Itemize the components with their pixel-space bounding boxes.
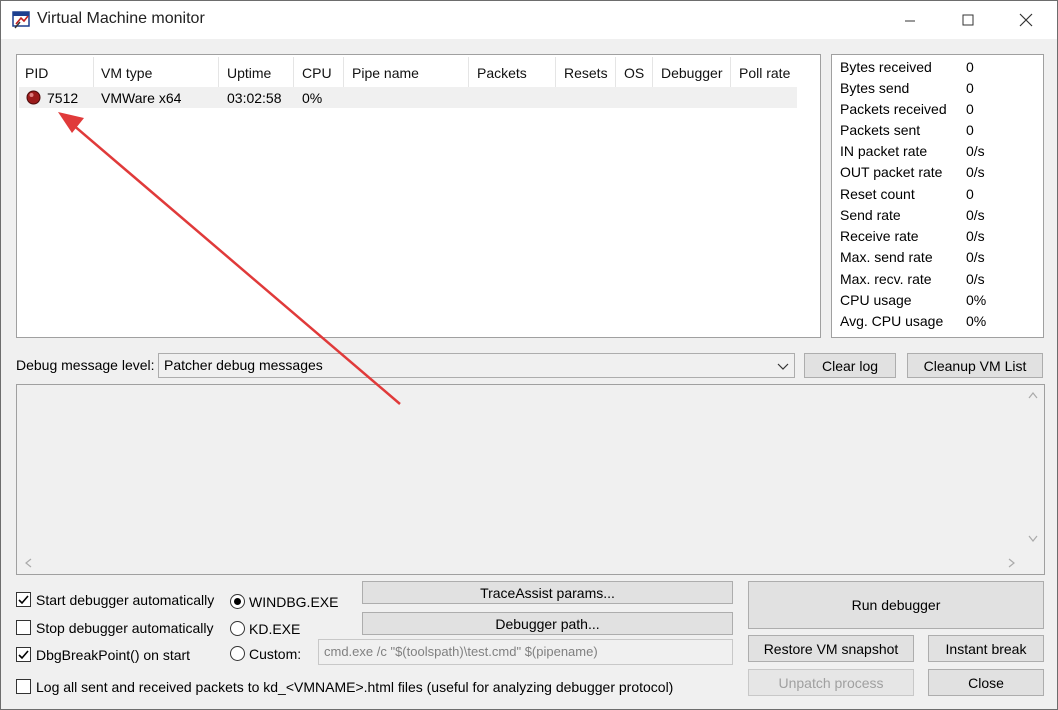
chevron-down-icon [777,363,789,370]
stat-value: 0/s [966,271,985,287]
close-icon [1019,13,1033,27]
window-title: Virtual Machine monitor [37,10,205,27]
kd-label[interactable]: KD.EXE [249,621,300,637]
run-debugger-button[interactable]: Run debugger [748,581,1044,629]
stat-value: 0 [966,80,974,96]
start-auto-label[interactable]: Start debugger automatically [36,592,214,608]
row-vm-type: VMWare x64 [101,90,182,106]
windbg-label[interactable]: WINDBG.EXE [249,594,338,610]
stat-value: 0 [966,122,974,138]
checkmark-icon [18,650,29,660]
column-header-os[interactable]: OS [616,57,653,89]
scroll-up-icon[interactable] [1028,391,1038,399]
stop-auto-label[interactable]: Stop debugger automatically [36,620,213,636]
dbgbreak-label[interactable]: DbgBreakPoint() on start [36,647,190,663]
minimize-icon [905,20,915,22]
stat-value: 0/s [966,228,985,244]
close-window-button[interactable] [997,1,1055,39]
stat-label: Send rate [840,207,901,223]
app-icon [12,11,30,29]
log-packets-label[interactable]: Log all sent and received packets to kd_… [36,679,673,695]
stop-auto-checkbox[interactable] [16,620,31,635]
stat-value: 0% [966,292,987,308]
stat-label: Reset count [840,186,915,202]
row-uptime: 03:02:58 [227,90,282,106]
vm-monitor-window: Virtual Machine monitor PID VM type Upti… [0,0,1058,710]
stat-value: 0 [966,186,974,202]
stat-label: OUT packet rate [840,164,943,180]
stat-label: Receive rate [840,228,919,244]
column-header-cpu[interactable]: CPU [294,57,344,89]
debug-level-select[interactable]: Patcher debug messages [158,353,795,378]
maximize-icon [962,14,974,26]
column-header-debugger[interactable]: Debugger [653,57,731,89]
column-header-uptime[interactable]: Uptime [219,57,294,89]
scroll-down-icon[interactable] [1028,535,1038,543]
maximize-button[interactable] [939,1,997,39]
stat-value: 0% [966,313,987,329]
custom-radio[interactable] [230,646,245,661]
custom-command-value: cmd.exe /c "$(toolspath)\test.cmd" $(pip… [324,644,598,659]
stats-panel: Bytes received 0 Bytes send 0 Packets re… [831,54,1044,338]
stat-label: IN packet rate [840,143,928,159]
minimize-button[interactable] [881,1,939,39]
stat-value: 0/s [966,164,985,180]
stat-value: 0/s [966,143,985,159]
column-header-poll-rate[interactable]: Poll rate [731,57,798,89]
stat-label: Bytes received [840,59,932,75]
scroll-left-icon[interactable] [24,558,32,568]
windbg-radio[interactable] [230,594,245,609]
stat-label: Packets sent [840,122,921,138]
row-pid: 7512 [47,90,79,106]
cleanup-vm-list-button[interactable]: Cleanup VM List [907,353,1043,378]
instant-break-button[interactable]: Instant break [928,635,1044,662]
stat-label: Max. send rate [840,249,933,265]
radio-selected-dot [234,598,241,605]
restore-vm-snapshot-button[interactable]: Restore VM snapshot [748,635,914,662]
kd-radio[interactable] [230,621,245,636]
debug-log-area[interactable] [16,384,1045,575]
stat-label: Bytes send [840,80,910,96]
debug-level-label: Debug message level: [16,357,155,373]
dbgbreak-checkbox[interactable] [16,647,31,662]
stat-value: 0/s [966,207,985,223]
stat-value: 0/s [966,249,985,265]
checkmark-icon [18,595,29,605]
vm-list-table[interactable]: PID VM type Uptime CPU Pipe name Packets… [16,54,821,338]
column-header-pid[interactable]: PID [17,57,94,89]
unpatch-process-button[interactable]: Unpatch process [748,669,914,696]
start-auto-checkbox[interactable] [16,592,31,607]
column-header-packets[interactable]: Packets [469,57,556,89]
clear-log-button[interactable]: Clear log [804,353,896,378]
stat-value: 0 [966,59,974,75]
row-cpu: 0% [302,90,323,106]
column-header-pipe-name[interactable]: Pipe name [344,57,469,89]
column-header-resets[interactable]: Resets [556,57,616,89]
stat-label: CPU usage [840,292,912,308]
scroll-right-icon[interactable] [1008,558,1016,568]
close-button[interactable]: Close [928,669,1044,696]
stat-label: Packets received [840,101,947,117]
custom-command-input[interactable]: cmd.exe /c "$(toolspath)\test.cmd" $(pip… [318,639,733,665]
stat-value: 0 [966,101,974,117]
debugger-path-button[interactable]: Debugger path... [362,612,733,635]
traceassist-params-button[interactable]: TraceAssist params... [362,581,733,604]
custom-label[interactable]: Custom: [249,646,301,662]
log-packets-checkbox[interactable] [16,679,31,694]
debug-level-value: Patcher debug messages [164,357,323,373]
title-bar[interactable]: Virtual Machine monitor [1,1,1057,39]
stat-label: Avg. CPU usage [840,313,944,329]
column-header-vm-type[interactable]: VM type [93,57,219,89]
stat-label: Max. recv. rate [840,271,932,287]
